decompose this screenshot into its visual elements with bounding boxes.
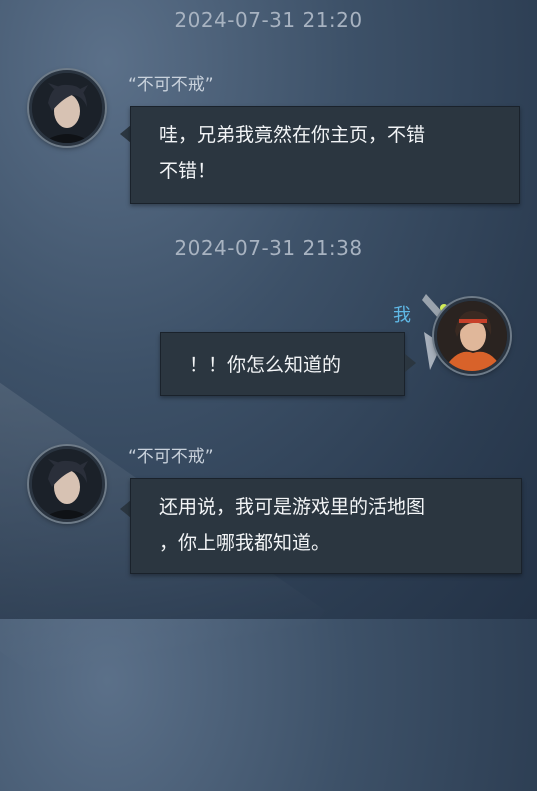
sender-name: “不可不戒” [128,447,214,467]
timestamp: 2024-07-31 21:20 [174,8,363,32]
message-bubble[interactable]: 还用说，我可是游戏里的活地图 ，你上哪我都知道。 [130,478,522,574]
message-text-line: ！！你怎么知道的 [189,354,342,376]
dark-haired-man-avatar-icon [32,73,102,143]
message-text-line: 不错！ [159,160,217,182]
background-light-streak [0,369,326,791]
sender-name: “不可不戒” [128,75,214,95]
my-avatar-frame[interactable] [414,284,514,384]
orange-armored-warrior-avatar-icon [437,301,507,371]
my-name: 我 [393,305,411,326]
sender-avatar[interactable] [29,70,105,146]
timestamp: 2024-07-31 21:38 [174,236,363,260]
message-bubble[interactable]: 哇，兄弟我竟然在你主页，不错 不错！ [130,106,520,204]
message-text-line: 哇，兄弟我竟然在你主页，不错 [159,124,426,146]
sender-avatar[interactable] [29,446,105,522]
dark-haired-man-avatar-icon [32,449,102,519]
message-text-line: ，你上哪我都知道。 [159,532,331,554]
message-text-line: 还用说，我可是游戏里的活地图 [159,496,426,518]
message-bubble[interactable]: ！！你怎么知道的 [160,332,405,396]
my-avatar [434,298,510,374]
